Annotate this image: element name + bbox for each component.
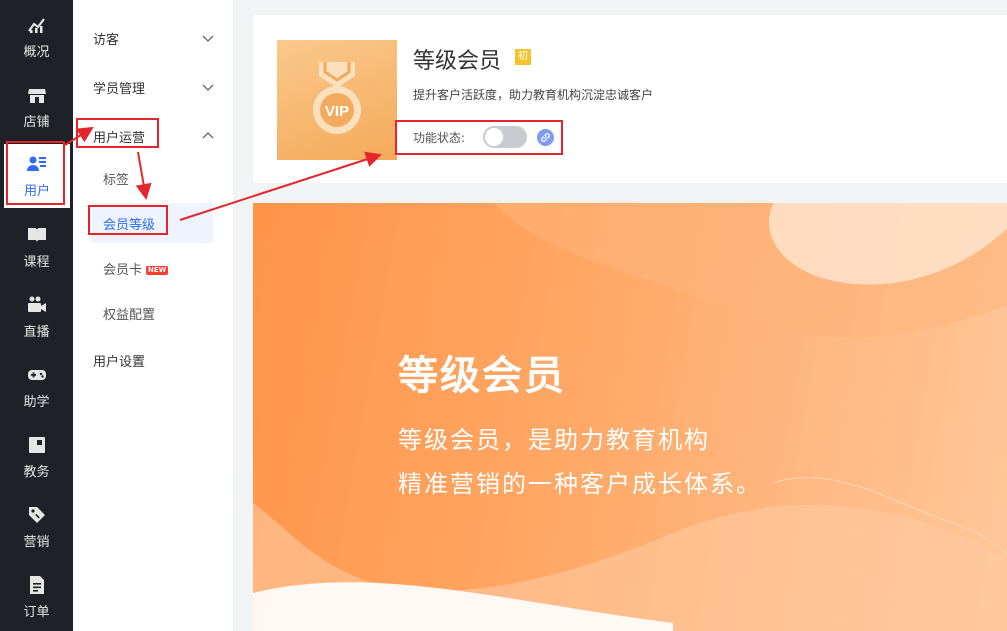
order-icon xyxy=(27,575,47,595)
main-nav-rail: 概况 店铺 用户 课程 直播 助学 教务 营销 订单 xyxy=(0,0,73,631)
nav-item-study[interactable]: 助学 xyxy=(0,352,73,422)
gamepad-icon xyxy=(27,365,47,385)
feature-title: 等级会员 xyxy=(413,49,502,74)
toggle-knob xyxy=(485,128,503,146)
nav-label: 教务 xyxy=(23,464,50,480)
medal-icon: VIP xyxy=(313,62,361,134)
nav-label: 直播 xyxy=(23,324,50,340)
vip-medal-image: VIP xyxy=(277,40,397,160)
banner-subtitle-line-1: 等级会员，是助力教育机构 xyxy=(398,426,710,454)
promo-banner: 等级会员 等级会员，是助力教育机构 精准营销的一种客户成长体系。 xyxy=(253,203,1007,631)
chevron-up-icon xyxy=(202,132,214,139)
member-card-label: 会员卡 xyxy=(103,262,143,278)
sub-menu: 访客 学员管理 用户运营 标签 会员等级 会员卡 NEW 权益配置 用户设置 xyxy=(73,0,233,631)
submenu-visitor[interactable]: 访客 xyxy=(73,23,233,53)
chevron-down-icon xyxy=(202,84,214,91)
banner-subtitle-line-2: 精准营销的一种客户成长体系。 xyxy=(398,470,762,498)
level-badge: 初 xyxy=(515,49,531,65)
link-icon[interactable] xyxy=(537,129,554,146)
calendar-icon xyxy=(27,435,47,455)
feature-status-label: 功能状态: xyxy=(413,131,466,145)
nav-item-live[interactable]: 直播 xyxy=(0,282,73,352)
submenu-student-management[interactable]: 学员管理 xyxy=(73,72,233,102)
store-icon xyxy=(27,85,47,105)
nav-label: 课程 xyxy=(23,254,50,270)
nav-item-marketing[interactable]: 营销 xyxy=(0,492,73,562)
feature-card: VIP 等级会员 初 提升客户活跃度，助力教育机构沉淀忠诚客户 功能状态: xyxy=(253,15,1007,183)
submenu-rights-config[interactable]: 权益配置 xyxy=(73,298,233,328)
nav-label: 用户 xyxy=(23,183,50,199)
nav-label: 助学 xyxy=(23,394,50,410)
video-icon xyxy=(27,295,47,315)
nav-label: 概况 xyxy=(23,44,50,60)
nav-item-store[interactable]: 店铺 xyxy=(0,72,73,142)
feature-description: 提升客户活跃度，助力教育机构沉淀忠诚客户 xyxy=(413,88,654,102)
nav-item-academic[interactable]: 教务 xyxy=(0,422,73,492)
nav-item-overview[interactable]: 概况 xyxy=(0,2,73,72)
nav-item-users[interactable]: 用户 xyxy=(4,144,70,208)
submenu-tags[interactable]: 标签 xyxy=(73,163,233,193)
feature-status-toggle[interactable] xyxy=(483,126,527,148)
chart-icon xyxy=(27,15,47,35)
submenu-user-settings[interactable]: 用户设置 xyxy=(73,345,233,375)
book-icon xyxy=(27,225,47,245)
svg-text:VIP: VIP xyxy=(325,103,349,120)
submenu-member-level[interactable]: 会员等级 xyxy=(92,203,213,243)
chevron-down-icon xyxy=(202,35,214,42)
tag-icon xyxy=(27,505,47,525)
users-icon xyxy=(27,154,47,174)
nav-label: 营销 xyxy=(23,534,50,550)
banner-title: 等级会员 xyxy=(398,353,566,399)
new-badge: NEW xyxy=(146,265,169,275)
submenu-user-operations[interactable]: 用户运营 xyxy=(73,121,233,151)
submenu-member-card[interactable]: 会员卡 NEW xyxy=(73,253,233,283)
nav-label: 订单 xyxy=(23,604,50,620)
nav-item-orders[interactable]: 订单 xyxy=(0,562,73,631)
nav-label: 店铺 xyxy=(23,114,50,130)
nav-item-courses[interactable]: 课程 xyxy=(0,212,73,282)
banner-decoration xyxy=(253,203,1007,631)
